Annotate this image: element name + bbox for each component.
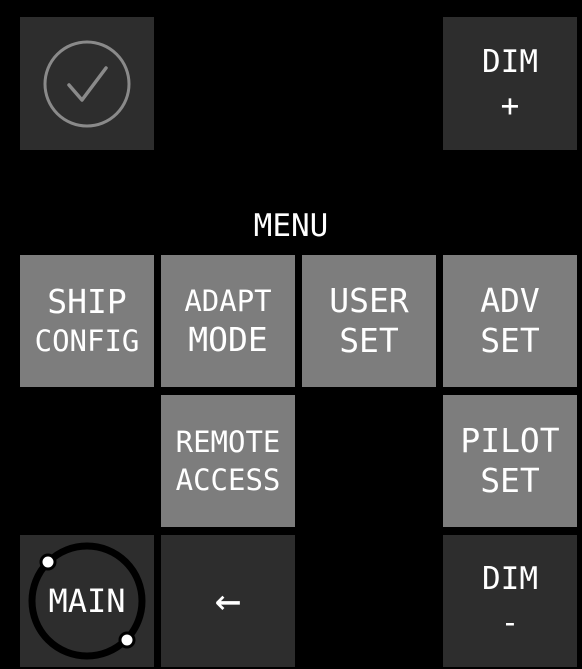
check-circle-icon: [43, 40, 131, 127]
user-set-label-line1: USER: [329, 281, 409, 320]
dim-minus-button[interactable]: DIM -: [443, 535, 577, 667]
remote-access-label-line1: REMOTE: [175, 425, 281, 459]
pilot-set-label-line1: PILOT: [460, 421, 560, 460]
remote-access-label-line2: ACCESS: [175, 463, 281, 497]
dim-plus-label: DIM: [482, 43, 538, 80]
adv-set-button[interactable]: ADV SET: [443, 255, 577, 387]
ship-config-label-line2: CONFIG: [34, 324, 140, 358]
pilot-set-button[interactable]: PILOT SET: [443, 395, 577, 527]
ship-config-button[interactable]: SHIP CONFIG: [20, 255, 154, 387]
adv-set-label-line1: ADV: [480, 281, 540, 320]
menu-title: MENU: [253, 208, 329, 244]
adapt-mode-label-line1: ADAPT: [184, 284, 272, 318]
dim-minus-sign: -: [500, 605, 520, 641]
dim-minus-label: DIM: [482, 561, 538, 597]
main-button[interactable]: MAIN: [20, 535, 154, 667]
confirm-button[interactable]: [20, 17, 154, 150]
main-label: MAIN: [48, 582, 126, 620]
dim-plus-button[interactable]: DIM +: [443, 17, 577, 150]
adv-set-label-line2: SET: [480, 321, 540, 360]
back-button[interactable]: ←: [161, 535, 295, 667]
back-arrow-icon: ←: [214, 575, 242, 626]
dim-plus-sign: +: [500, 87, 520, 124]
adapt-mode-label-line2: MODE: [188, 320, 268, 359]
pilot-set-label-line2: SET: [480, 461, 540, 500]
main-button-graphic: MAIN: [20, 535, 154, 667]
user-set-button[interactable]: USER SET: [302, 255, 436, 387]
remote-access-button[interactable]: REMOTE ACCESS: [161, 395, 295, 527]
user-set-label-line2: SET: [339, 321, 399, 360]
ship-config-label-line1: SHIP: [47, 282, 127, 321]
adapt-mode-button[interactable]: ADAPT MODE: [161, 255, 295, 387]
